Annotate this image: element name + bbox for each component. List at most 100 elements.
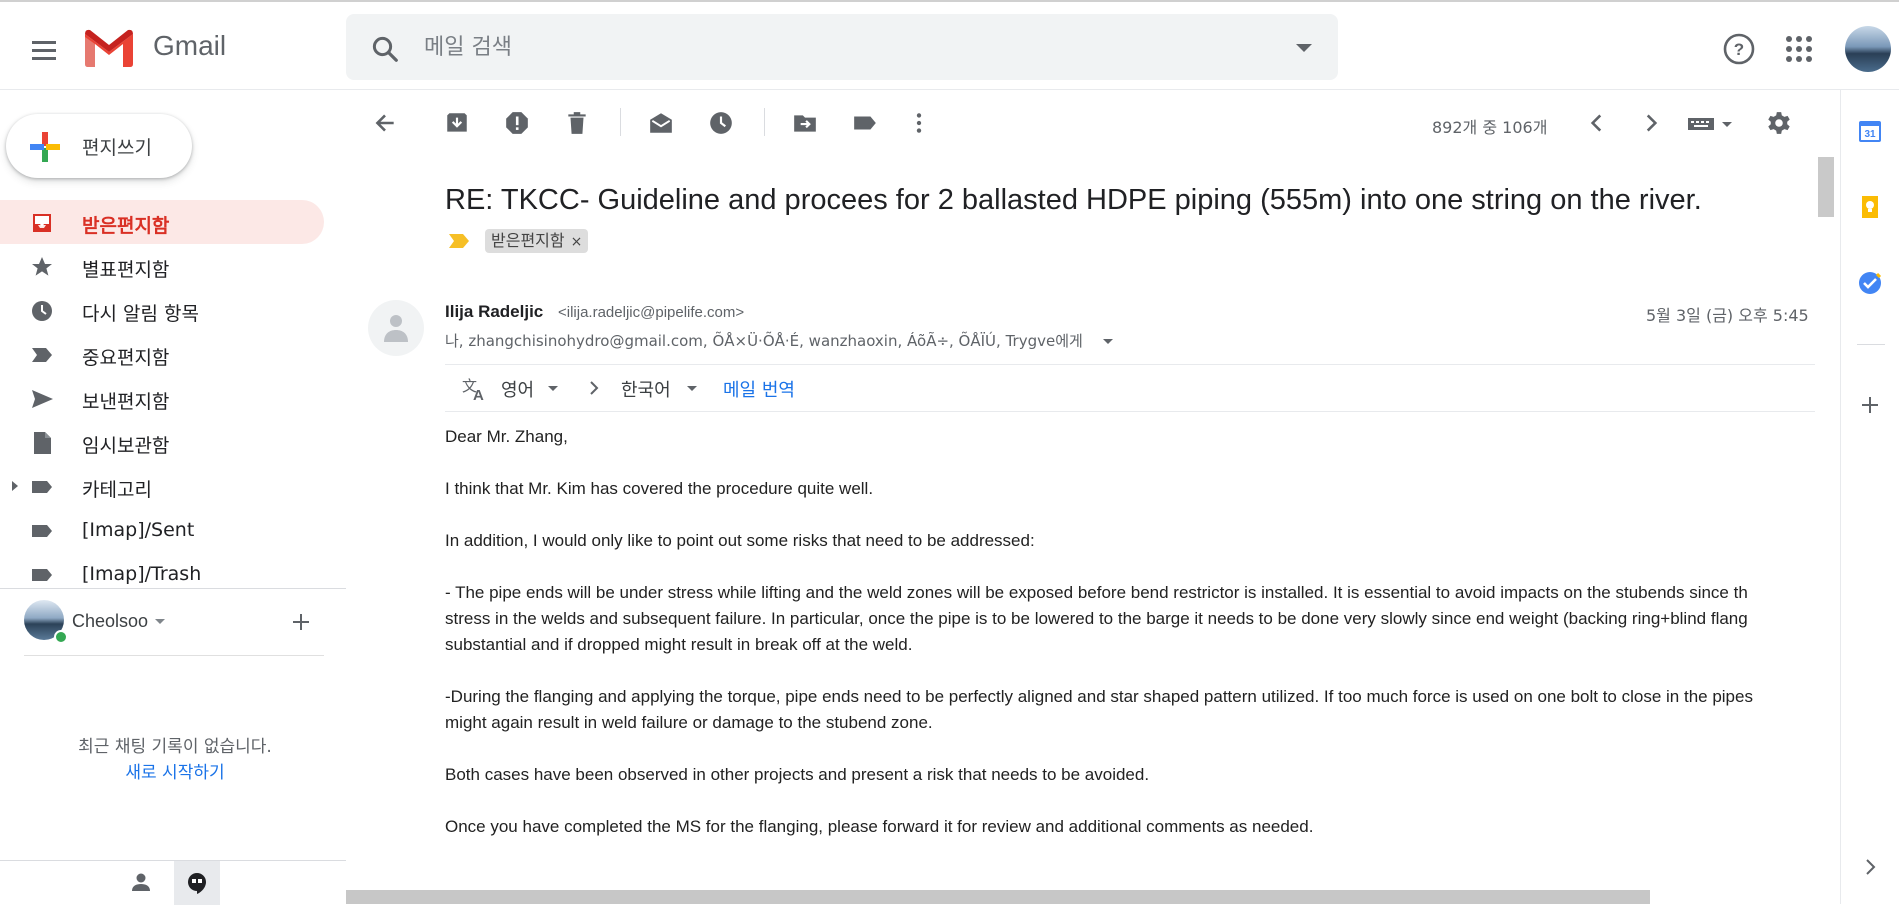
expand-arrow-icon[interactable] [12,481,18,491]
sidebar-item-inbox[interactable]: 받은편지함 [0,200,324,244]
sidebar-item-label: 다시 알림 항목 [82,303,199,325]
archive-icon[interactable] [444,110,470,136]
toolbar-separator [764,108,765,136]
compose-button[interactable]: 편지쓰기 [6,114,192,178]
delete-icon[interactable] [564,110,590,136]
sidebar-item-label: 중요편지함 [82,347,170,369]
sidebar-item-label: 보낸편지함 [82,391,170,413]
contacts-person-icon[interactable] [130,871,152,893]
show-details-dropdown-icon[interactable] [1103,339,1113,344]
sidebar-item-sent[interactable]: 보낸편지함 [0,376,324,420]
sender-name[interactable]: Ilija Radeljic [445,302,543,322]
source-language-select[interactable]: 영어 [501,376,534,402]
expand-side-panel-chevron-icon[interactable] [1857,854,1883,880]
label-icon [32,481,52,493]
sidebar-item-drafts[interactable]: 임시보관함 [0,420,324,464]
send-icon [32,390,53,408]
sender-email: <ilija.radeljic@pipelife.com> [558,304,745,321]
sidebar-item-snoozed[interactable]: 다시 알림 항목 [0,288,324,332]
body-paragraph: Dear Mr. Zhang, [445,427,568,446]
svg-text:A: A [473,387,484,402]
mark-unread-icon[interactable] [648,110,674,136]
remove-label-close-icon[interactable]: × [571,234,583,250]
email-subject: RE: TKCC- Guideline and procees for 2 ba… [445,184,1702,216]
sidebar-item-categories[interactable]: 카테고리 [0,464,324,508]
start-chat-link[interactable]: 새로 시작하기 [0,758,350,783]
hangouts-quote-icon [188,873,206,894]
hangouts-status-dropdown-icon[interactable] [155,619,165,624]
sender-avatar[interactable] [368,300,424,356]
sidebar-item-label: [Imap]/Trash [82,563,202,585]
new-chat-plus-icon[interactable] [290,611,312,633]
label-icon [32,569,52,581]
sidebar-item-imap-trash[interactable]: [Imap]/Trash [0,552,324,596]
hangouts-user[interactable]: Cheolsoo [24,600,324,644]
search-options-dropdown-icon[interactable] [1296,44,1312,52]
body-paragraph: Once you have completed the MS for the f… [445,817,1314,836]
sidebar-item-label: 별표편지함 [82,259,170,281]
gmail-logo-icon[interactable] [82,28,136,68]
draft-icon [34,432,51,454]
vertical-scrollbar-thumb[interactable] [1818,157,1834,217]
horizontal-scrollbar-thumb[interactable] [346,890,1650,904]
top-header: Gmail ? [0,2,1899,90]
input-tools-keyboard-icon[interactable] [1686,112,1738,136]
inbox-icon [33,214,51,232]
hangouts-divider [24,655,324,656]
sidebar-item-important[interactable]: 중요편지함 [0,332,324,376]
search-icon[interactable] [370,34,400,64]
more-options-icon[interactable] [906,110,932,136]
no-chat-message: 최근 채팅 기록이 없습니다. [78,737,272,757]
hangouts-tab[interactable] [174,861,220,905]
search-bar[interactable] [346,14,1338,80]
back-arrow-icon[interactable] [372,110,398,136]
star-icon [32,257,52,276]
account-avatar[interactable] [1845,26,1891,72]
translate-bar-border [445,364,1815,365]
label-chip-text: 받은편지함 [491,231,565,250]
toolbar-separator [620,108,621,136]
calendar-icon[interactable]: 31 [1857,118,1883,144]
default-person-icon [384,315,408,342]
source-language-dropdown-icon[interactable] [548,386,558,391]
side-panel-divider [1857,344,1885,345]
hangouts-bottom-tabs [0,860,346,905]
settings-gear-icon[interactable] [1766,110,1792,136]
target-language-dropdown-icon[interactable] [687,386,697,391]
body-paragraph: I think that Mr. Kim has covered the pro… [445,479,874,498]
report-spam-icon[interactable] [504,110,530,136]
older-chevron-right-icon[interactable] [1638,110,1664,136]
important-marker-icon[interactable] [448,232,470,250]
compose-plus-icon [30,132,60,162]
sidebar-item-starred[interactable]: 별표편지함 [0,244,324,288]
sidebar-item-label: [Imap]/Sent [82,519,195,541]
svg-text:?: ? [1734,40,1744,59]
move-to-icon[interactable] [792,110,818,136]
translate-icon: 文 A [462,377,484,402]
label-chip: 받은편지함 × [485,229,589,253]
email-body: Dear Mr. Zhang, I think that Mr. Kim has… [445,424,1815,866]
translate-message-link[interactable]: 메일 번역 [723,376,795,402]
email-date: 5월 3일 (금) 오후 5:45 [1646,306,1809,325]
gmail-logo-text: Gmail [153,30,227,61]
body-paragraph: - The pipe ends will be under stress whi… [445,583,1748,654]
tasks-icon[interactable] [1857,270,1883,296]
sidebar-item-imap-sent[interactable]: [Imap]/Sent [0,508,324,552]
search-input[interactable] [424,28,1244,66]
compose-label: 편지쓰기 [82,137,152,159]
body-paragraph: Both cases have been observed in other p… [445,765,1150,784]
snooze-clock-icon[interactable] [708,110,734,136]
keep-icon[interactable] [1857,194,1883,220]
online-status-icon [54,630,68,644]
help-icon[interactable]: ? [1722,32,1756,66]
important-icon [32,348,52,362]
target-language-select[interactable]: 한국어 [621,376,671,402]
newer-chevron-left-icon[interactable] [1584,110,1610,136]
get-addons-plus-icon[interactable] [1857,392,1883,418]
chevron-right-icon [590,381,599,395]
label-icon [32,525,52,537]
main-menu-icon[interactable] [22,30,64,72]
message-toolbar: 892개 중 106개 [346,90,1826,156]
google-apps-icon[interactable] [1786,36,1812,62]
labels-icon[interactable] [852,110,878,136]
